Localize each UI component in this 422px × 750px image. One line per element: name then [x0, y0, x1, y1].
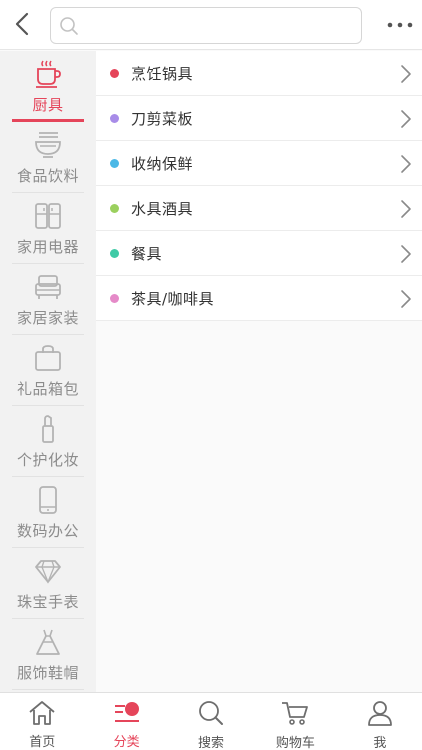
chevron-right-icon	[401, 110, 411, 128]
chevron-right-icon	[401, 65, 411, 83]
color-dot	[110, 248, 119, 258]
nav-home[interactable]: 首页	[0, 693, 84, 750]
more-button[interactable]	[380, 10, 420, 40]
more-horizontal-icon	[387, 22, 413, 28]
sidebar-item-label: 厨具	[32, 96, 64, 114]
subcategory-row-knives-boards[interactable]: 刀剪菜板	[96, 96, 422, 141]
subcategory-label: 餐具	[131, 244, 163, 263]
nav-label: 我	[373, 736, 387, 750]
sidebar-item-food-drinks[interactable]: 食品饮料	[0, 122, 96, 193]
search-icon	[60, 16, 78, 35]
sidebar-item-digital-office[interactable]: 数码办公	[0, 477, 96, 548]
sidebar-item-apparel[interactable]: 服饰鞋帽	[0, 619, 96, 690]
chevron-right-icon	[401, 245, 411, 263]
subcategory-label: 收纳保鲜	[131, 154, 194, 173]
sidebar-item-label: 数码办公	[16, 522, 79, 540]
category-icon	[112, 699, 142, 726]
sidebar-item-label: 家居家装	[16, 309, 79, 327]
chevron-right-icon	[401, 290, 411, 308]
refrigerator-icon	[32, 201, 64, 231]
nav-search[interactable]: 搜索	[169, 693, 253, 750]
handbag-icon	[32, 343, 64, 373]
sidebar-item-gifts-bags[interactable]: 礼品箱包	[0, 335, 96, 406]
subcategory-label: 刀剪菜板	[131, 109, 194, 128]
sidebar-item-label: 家用电器	[16, 238, 79, 256]
color-dot	[110, 293, 119, 303]
color-dot	[110, 158, 119, 168]
app: 厨具 食品饮料 家用电器 家居家装 礼品箱包 个护化妆 数码办公 珠宝手表 服饰…	[0, 0, 422, 750]
user-icon	[365, 699, 395, 727]
sidebar-item-label: 礼品箱包	[16, 380, 79, 398]
phone-icon	[32, 485, 64, 515]
nav-label: 分类	[113, 735, 140, 750]
sidebar-item-label: 服饰鞋帽	[16, 664, 79, 682]
sidebar-item-label: 个护化妆	[16, 451, 79, 469]
sidebar-item-home-furnishing[interactable]: 家居家装	[0, 264, 96, 335]
nav-label: 首页	[29, 735, 56, 750]
chevron-right-icon	[401, 200, 411, 218]
color-dot	[110, 68, 119, 78]
divider	[12, 689, 84, 690]
lipstick-icon	[32, 414, 64, 444]
subcategory-list: 烹饪锅具 刀剪菜板 收纳保鲜 水具酒具 餐具 茶具/咖啡具	[96, 51, 422, 692]
sidebar-item-label: 食品饮料	[16, 167, 79, 185]
sofa-icon	[32, 272, 64, 302]
subcategory-row-storage[interactable]: 收纳保鲜	[96, 141, 422, 186]
nav-me[interactable]: 我	[338, 693, 422, 750]
header-bar	[0, 0, 422, 50]
color-dot	[110, 113, 119, 123]
sidebar-item-label: 珠宝手表	[16, 593, 79, 611]
search-box[interactable]	[50, 7, 362, 44]
cart-icon	[280, 699, 310, 727]
bottom-nav: 首页 分类 搜索 购物车 我	[0, 692, 422, 750]
nav-category[interactable]: 分类	[84, 693, 168, 750]
teacup-icon	[32, 59, 64, 89]
subcategory-label: 烹饪锅具	[131, 64, 194, 83]
color-dot	[110, 203, 119, 213]
search-input[interactable]	[85, 10, 361, 41]
back-button[interactable]	[4, 6, 40, 42]
chevron-right-icon	[401, 155, 411, 173]
home-icon	[27, 699, 57, 726]
sidebar-item-kitchenware[interactable]: 厨具	[0, 51, 96, 122]
nav-label: 购物车	[275, 736, 315, 750]
category-sidebar: 厨具 食品饮料 家用电器 家居家装 礼品箱包 个护化妆 数码办公 珠宝手表 服饰…	[0, 51, 96, 692]
subcategory-row-tableware[interactable]: 餐具	[96, 231, 422, 276]
noodle-bowl-icon	[32, 130, 64, 160]
sidebar-item-personal-care[interactable]: 个护化妆	[0, 406, 96, 477]
subcategory-label: 水具酒具	[131, 199, 194, 218]
dress-icon	[32, 627, 64, 657]
subcategory-label: 茶具/咖啡具	[131, 289, 215, 308]
diamond-icon	[32, 556, 64, 586]
search-icon	[196, 699, 226, 727]
sidebar-item-jewelry-watches[interactable]: 珠宝手表	[0, 548, 96, 619]
subcategory-row-cookware[interactable]: 烹饪锅具	[96, 51, 422, 96]
sidebar-item-home-appliances[interactable]: 家用电器	[0, 193, 96, 264]
subcategory-row-tea-coffee[interactable]: 茶具/咖啡具	[96, 276, 422, 321]
chevron-left-icon	[15, 12, 29, 36]
nav-label: 搜索	[198, 736, 225, 750]
nav-cart[interactable]: 购物车	[253, 693, 337, 750]
subcategory-row-drinkware[interactable]: 水具酒具	[96, 186, 422, 231]
